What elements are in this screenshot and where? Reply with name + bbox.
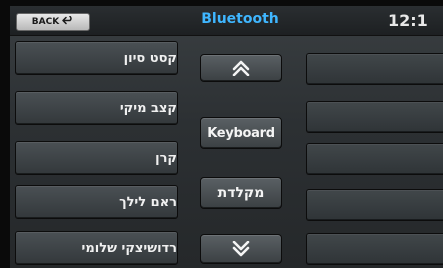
empty-slot[interactable] bbox=[306, 101, 443, 133]
double-chevron-down-icon bbox=[232, 241, 250, 257]
contact-item[interactable]: ראם לילך bbox=[15, 185, 178, 219]
double-chevron-up-icon bbox=[232, 60, 250, 76]
contact-name: קסט סיון bbox=[123, 50, 177, 66]
bluetooth-phonebook-screen: BACK Bluetooth 12:1 קסט סיון קצב מיקי קר… bbox=[10, 6, 443, 268]
hebrew-keyboard-label: מקלדת bbox=[217, 185, 265, 201]
contact-name: ראם לילך bbox=[119, 194, 177, 210]
contact-item[interactable]: קסט סיון bbox=[15, 41, 178, 75]
device-bezel: BACK Bluetooth 12:1 קסט סיון קצב מיקי קר… bbox=[0, 0, 443, 268]
page-title: Bluetooth bbox=[201, 11, 279, 27]
keyboard-button[interactable]: Keyboard bbox=[200, 117, 282, 149]
keyboard-label: Keyboard bbox=[207, 125, 275, 141]
empty-slot[interactable] bbox=[306, 143, 443, 175]
empty-slot[interactable] bbox=[306, 233, 443, 265]
clock: 12:1 bbox=[388, 11, 428, 30]
contact-item[interactable]: רדושיצקי שלומי bbox=[15, 231, 178, 265]
contact-name: קצב מיקי bbox=[119, 100, 177, 116]
contact-name: קרן bbox=[155, 150, 177, 166]
back-label: BACK bbox=[31, 17, 60, 27]
scroll-up-button[interactable] bbox=[200, 54, 282, 82]
contact-name: רדושיצקי שלומי bbox=[81, 240, 177, 256]
empty-slot[interactable] bbox=[306, 53, 443, 85]
hebrew-keyboard-button[interactable]: מקלדת bbox=[200, 177, 282, 209]
back-button[interactable]: BACK bbox=[16, 13, 90, 31]
empty-slot[interactable] bbox=[306, 189, 443, 221]
header-bar: BACK Bluetooth 12:1 bbox=[10, 6, 443, 36]
return-arrow-icon bbox=[62, 15, 74, 28]
contact-item[interactable]: קרן bbox=[15, 141, 178, 175]
contact-item[interactable]: קצב מיקי bbox=[15, 91, 178, 125]
scroll-down-button[interactable] bbox=[200, 234, 282, 264]
